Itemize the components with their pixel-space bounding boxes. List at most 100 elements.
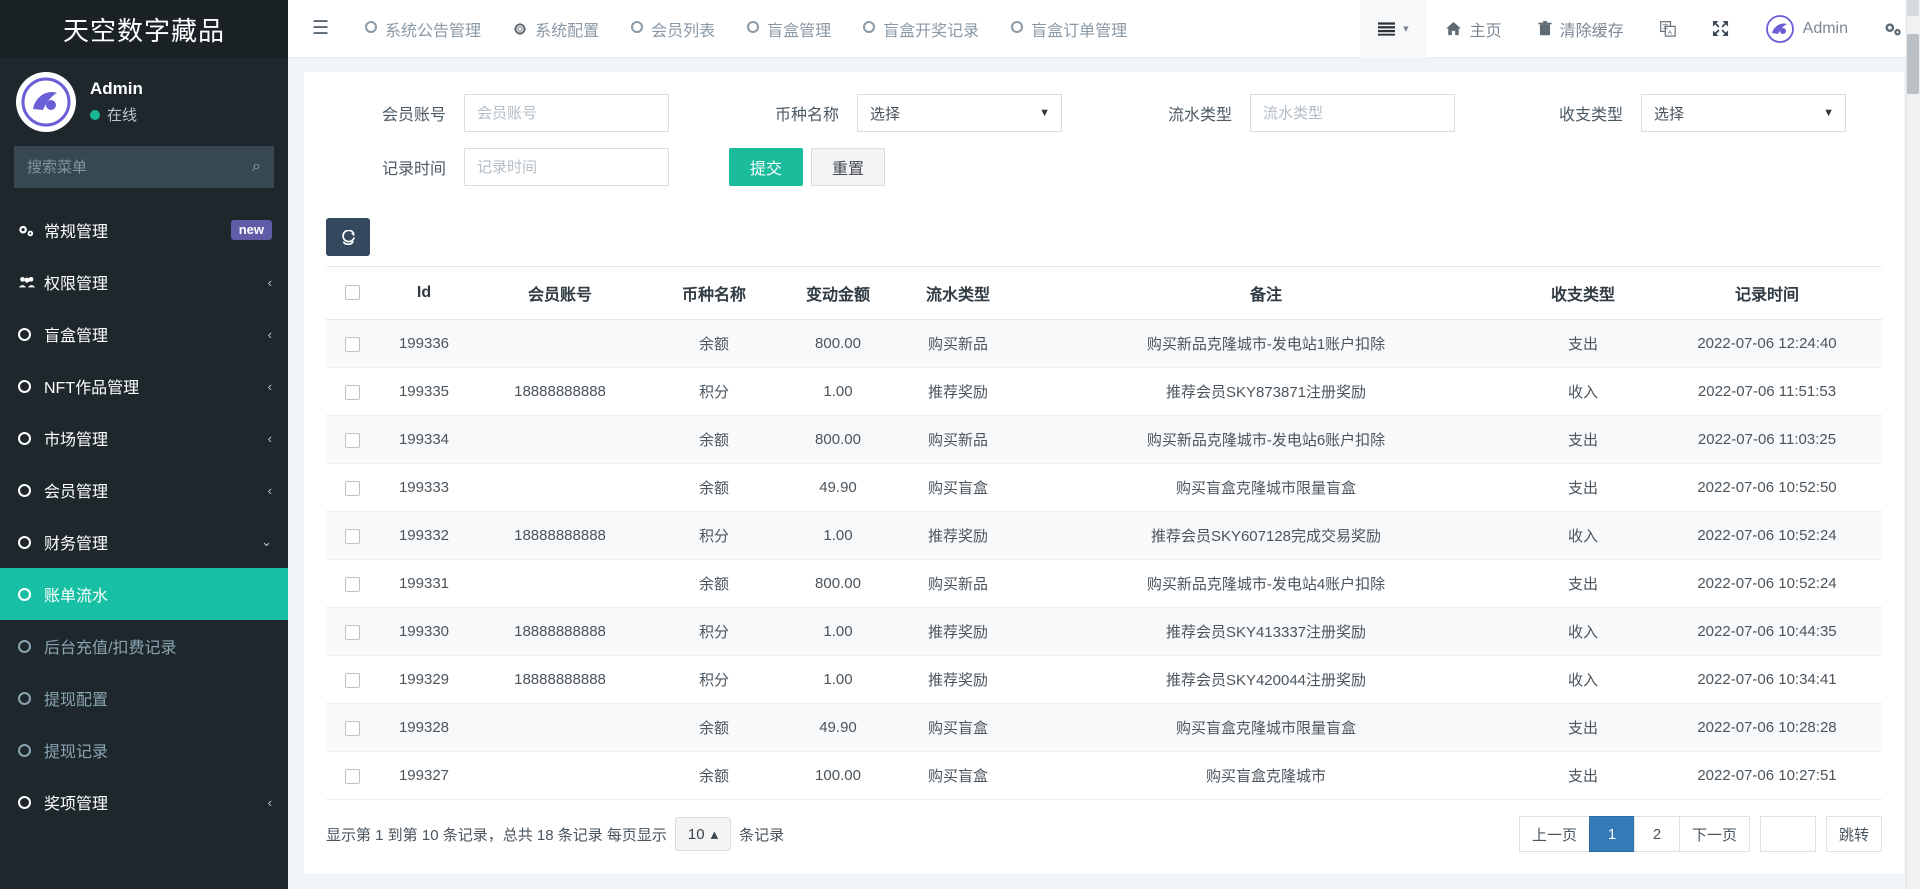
row-checkbox-cell xyxy=(326,415,378,464)
sidebar-item-label: 后台充值/扣费记录 xyxy=(44,640,177,657)
row-checkbox[interactable] xyxy=(344,720,360,736)
app-root: 天空数字藏品 Admin 在线 ⌕ xyxy=(0,0,1920,889)
search-input[interactable] xyxy=(27,158,253,176)
row-currency: 积分 xyxy=(650,607,778,656)
page-jump-button[interactable]: 跳转 xyxy=(1826,816,1882,852)
row-checkbox[interactable] xyxy=(344,528,360,544)
topbar-action-language-icon[interactable]: 文A xyxy=(1642,0,1694,58)
table-row[interactable]: 199332 18888888888 积分 1.00 推荐奖励 推荐会员SKY607128… xyxy=(326,511,1882,560)
circle-icon xyxy=(18,691,44,705)
sidebar-item-7[interactable]: 账单流水 xyxy=(0,568,288,620)
search-box[interactable]: ⌕ xyxy=(14,146,274,188)
scrollbar-up-arrow[interactable] xyxy=(1907,0,1919,16)
sidebar-item-11[interactable]: 奖项管理 ‹ xyxy=(0,776,288,828)
row-inout-type: 支出 xyxy=(1514,319,1652,368)
topbar-action-fullscreen-icon[interactable] xyxy=(1694,0,1747,58)
sidebar-item-2[interactable]: 盲盒管理 ‹ xyxy=(0,308,288,360)
scrollbar-thumb[interactable] xyxy=(1907,34,1919,94)
chevron-left-icon: ‹ xyxy=(267,430,272,446)
table-row[interactable]: 199329 18888888888 积分 1.00 推荐奖励 推荐会员SKY420044… xyxy=(326,655,1882,704)
sidebar-item-1[interactable]: 权限管理 ‹ xyxy=(0,256,288,308)
refresh-button[interactable] xyxy=(326,218,370,256)
top-tab-1[interactable]: 系统配置 xyxy=(497,17,615,41)
row-checkbox-cell xyxy=(326,367,378,416)
row-checkbox[interactable] xyxy=(344,480,360,496)
submit-button[interactable]: 提交 xyxy=(729,148,804,186)
column-header-7: 记录时间 xyxy=(1652,266,1882,320)
sidebar-item-10[interactable]: 提现记录 xyxy=(0,724,288,776)
row-time: 2022-07-06 10:52:24 xyxy=(1652,559,1882,608)
row-checkbox[interactable] xyxy=(344,624,360,640)
language-icon: 文A xyxy=(1659,20,1676,37)
sidebar-item-5[interactable]: 会员管理 ‹ xyxy=(0,464,288,516)
top-tab-5[interactable]: 盲盒订单管理 xyxy=(995,17,1143,41)
sidebar-item-6[interactable]: 财务管理 ⌄ xyxy=(0,516,288,568)
table-row[interactable]: 199330 18888888888 积分 1.00 推荐奖励 推荐会员SKY413337… xyxy=(326,607,1882,656)
select-all-checkbox[interactable] xyxy=(344,285,360,301)
filter-inout-label: 收支类型 xyxy=(1558,107,1623,124)
sidebar-item-0[interactable]: 常规管理 new xyxy=(0,204,288,256)
page-button-1[interactable]: 1 xyxy=(1588,816,1635,852)
sidebar-item-9[interactable]: 提现配置 xyxy=(0,672,288,724)
row-checkbox[interactable] xyxy=(344,336,360,352)
sidebar-item-label: 常规管理 xyxy=(44,224,109,241)
prev-page-button[interactable]: 上一页 xyxy=(1518,816,1590,852)
row-inout-type: 支出 xyxy=(1514,751,1652,800)
row-id: 199334 xyxy=(378,415,470,464)
top-tab-3[interactable]: 盲盒管理 xyxy=(731,17,847,41)
caret-up-icon: ▴ xyxy=(710,826,719,843)
next-page-button[interactable]: 下一页 xyxy=(1678,816,1750,852)
circle-icon xyxy=(747,20,760,38)
search-icon[interactable]: ⌕ xyxy=(252,158,261,176)
page-button-2[interactable]: 2 xyxy=(1633,816,1680,852)
settings-gears-icon xyxy=(1884,21,1902,37)
table-row[interactable]: 199331 余额 800.00 购买新品 购买新品克隆城市-发电站4账户扣除 支出 202… xyxy=(326,559,1882,608)
top-tab-label: 盲盒开奖记录 xyxy=(883,22,980,40)
table-row[interactable]: 199327 余额 100.00 购买盲盒 购买盲盒克隆城市 支出 2022-07-06 1… xyxy=(326,751,1882,800)
row-checkbox[interactable] xyxy=(344,576,360,592)
table-row[interactable]: 199328 余额 49.90 购买盲盒 购买盲盒克隆城市限量盲盒 支出 2022-07-0… xyxy=(326,703,1882,752)
account-input[interactable] xyxy=(464,94,669,132)
circle-icon xyxy=(18,743,44,757)
row-checkbox[interactable] xyxy=(344,768,360,784)
sidebar-item-4[interactable]: 市场管理 ‹ xyxy=(0,412,288,464)
row-flow-type: 购买盲盒 xyxy=(898,703,1018,752)
topbar-action-avatar-icon[interactable]: Admin xyxy=(1747,0,1866,58)
circle-icon xyxy=(365,20,378,38)
table-row[interactable]: 199336 余额 800.00 购买新品 购买新品克隆城市-发电站1账户扣除 支出 202… xyxy=(326,319,1882,368)
avatar-logo-icon xyxy=(21,77,71,127)
inout-select[interactable]: 选择 xyxy=(1641,94,1846,132)
hamburger-menu-icon[interactable]: ☰ xyxy=(288,17,349,40)
row-account xyxy=(470,415,650,464)
top-tab-2[interactable]: 会员列表 xyxy=(615,17,731,41)
topbar-action-list-menu-icon[interactable]: ▾ xyxy=(1360,0,1427,58)
table-row[interactable]: 199333 余额 49.90 购买盲盒 购买盲盒克隆城市限量盲盒 支出 2022-07-0… xyxy=(326,463,1882,512)
circle-icon xyxy=(18,379,44,393)
page-scrollbar[interactable] xyxy=(1906,0,1920,889)
sidebar-item-3[interactable]: NFT作品管理 ‹ xyxy=(0,360,288,412)
row-remark: 购买新品克隆城市-发电站6账户扣除 xyxy=(1018,415,1514,464)
currency-select[interactable]: 选择 xyxy=(857,94,1062,132)
row-time: 2022-07-06 10:52:24 xyxy=(1652,511,1882,560)
flow-type-input[interactable] xyxy=(1250,94,1455,132)
gear-icon xyxy=(513,21,527,36)
row-checkbox[interactable] xyxy=(344,672,360,688)
row-inout-type: 收入 xyxy=(1514,511,1652,560)
topbar-action-home-icon[interactable]: 主页 xyxy=(1427,0,1520,58)
table-row[interactable]: 199334 余额 800.00 购买新品 购买新品克隆城市-发电站6账户扣除 支出 202… xyxy=(326,415,1882,464)
filter-currency: 币种名称 选择 ▼ xyxy=(729,94,1062,132)
topbar-action-trash-icon[interactable]: 清除缓存 xyxy=(1520,0,1642,58)
table-row[interactable]: 199335 18888888888 积分 1.00 推荐奖励 推荐会员SKY873871… xyxy=(326,367,1882,416)
row-checkbox[interactable] xyxy=(344,432,360,448)
top-tab-0[interactable]: 系统公告管理 xyxy=(349,17,497,41)
row-checkbox[interactable] xyxy=(344,384,360,400)
top-tab-4[interactable]: 盲盒开奖记录 xyxy=(847,17,995,41)
chevron-left-icon: ‹ xyxy=(267,326,272,342)
page-size-select[interactable]: 10 ▴ xyxy=(674,817,732,851)
inout-select-value: 选择 xyxy=(1654,105,1685,123)
reset-button[interactable]: 重置 xyxy=(811,148,886,186)
row-amount: 49.90 xyxy=(778,463,898,512)
record-time-input[interactable] xyxy=(464,148,669,186)
page-jump-input[interactable] xyxy=(1760,816,1816,852)
sidebar-item-8[interactable]: 后台充值/扣费记录 xyxy=(0,620,288,672)
